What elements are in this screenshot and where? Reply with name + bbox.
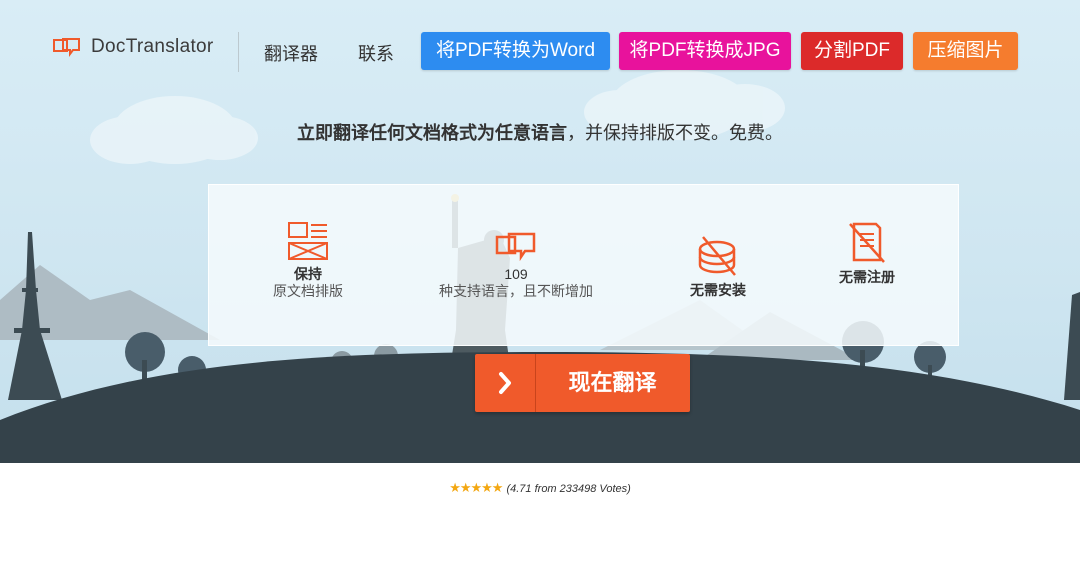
translate-icon [495,232,536,262]
tower-right [1064,292,1080,400]
logo[interactable]: DocTranslator [53,36,214,58]
features-panel: 保持 原文档排版 109 种支持语言，且不断增加 无需安装 无需注册 [208,184,959,346]
tagline-rest: ，并保持排版不变。免费。 [567,123,783,143]
feature-keep-layout-subtitle: 原文档排版 [273,283,343,299]
feature-no-install: 无需安装 [668,235,768,299]
feature-languages-subtitle: 种支持语言，且不断增加 [439,283,593,299]
pdf-to-word-button[interactable]: 将PDF转换为Word [421,32,610,70]
nav-divider [238,32,239,72]
rating: ★★★★★ (4.71 from 233498 Votes) [0,480,1080,496]
translate-now-label: 现在翻译 [568,370,657,395]
no-registration-icon [849,222,885,263]
compress-image-button[interactable]: 压缩图片 [913,32,1018,70]
tagline-bold: 立即翻译任何文档格式为任意语言 [297,123,567,143]
feature-keep-layout: 保持 原文档排版 [248,221,368,300]
document-layout-icon [288,222,328,260]
feature-languages-count: 109 [504,266,528,282]
top-navigation: DocTranslator 翻译器 联系 将PDF转换为Word 将PDF转换成… [0,0,1080,100]
no-install-disk-icon [698,236,736,276]
feature-no-install-title: 无需安装 [690,282,746,298]
split-pdf-button[interactable]: 分割PDF [801,32,903,70]
rating-stars-icon: ★★★★★ [449,480,503,495]
feature-keep-layout-title: 保持 [294,266,322,282]
feature-no-registration-title: 无需注册 [839,269,895,285]
feature-no-registration: 无需注册 [817,222,917,286]
doctranslator-logo-icon [53,38,80,57]
rating-text: (4.71 from 233498 Votes) [506,483,631,495]
nav-contact-link[interactable]: 联系 [358,40,394,66]
logo-text: DocTranslator [91,36,214,57]
translate-now-button[interactable]: 现在翻译 [475,354,690,412]
feature-languages: 109 种支持语言，且不断增加 [418,231,614,300]
pdf-to-jpg-button[interactable]: 将PDF转换成JPG [619,32,791,70]
tagline: 立即翻译任何文档格式为任意语言，并保持排版不变。免费。 [0,119,1080,145]
nav-translator-link[interactable]: 翻译器 [264,40,318,66]
chevron-right-icon [475,354,536,412]
